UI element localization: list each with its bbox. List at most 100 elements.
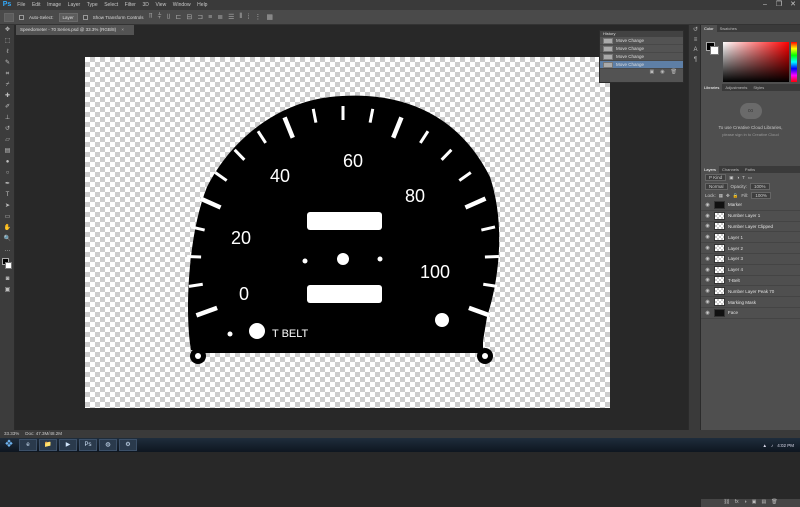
new-layer-icon[interactable]: ▤ [761,499,766,507]
layer-row[interactable]: ◉Number Layer Clipped [701,222,800,233]
layer-kind-filter[interactable]: P Kind [705,174,726,181]
quick-mask-icon[interactable]: ◙ [0,274,15,285]
background-color-swatch[interactable] [5,262,12,269]
color-picker-field[interactable] [723,42,789,82]
healing-tool-icon[interactable]: ✚ [0,91,15,102]
background-color-swatch[interactable] [710,46,719,55]
opacity-field[interactable]: 100% [750,183,770,190]
menu-edit[interactable]: Edit [29,2,44,8]
auto-align-icon[interactable]: ▦ [266,13,273,21]
layer-row[interactable]: ◉Marking Mask [701,297,800,308]
taskbar-media-icon[interactable]: ▶ [59,439,77,451]
color-swatches[interactable] [0,256,14,274]
layer-visibility-icon[interactable]: ◉ [704,256,711,262]
new-snapshot-icon[interactable]: ◉ [660,69,664,76]
brush-tool-icon[interactable]: ✐ [0,102,15,113]
align-bottom-icon[interactable]: ⫫ [167,13,171,21]
layer-visibility-icon[interactable]: ◉ [704,310,711,316]
distribute-right-icon[interactable]: ⋮ [254,13,261,21]
hue-slider[interactable] [791,42,797,82]
tab-styles[interactable]: Styles [750,84,767,91]
more-tools-icon[interactable]: … [0,245,15,256]
layer-row[interactable]: ◉Layer 1 [701,232,800,243]
distribute-middle-icon[interactable]: ≣ [217,13,223,21]
lasso-tool-icon[interactable]: ℓ [0,47,15,58]
distribute-center-icon[interactable]: ⁞ [247,14,249,21]
menu-help[interactable]: Help [194,2,211,8]
tab-paths[interactable]: Paths [742,166,758,173]
layer-style-icon[interactable]: fx [735,499,739,507]
align-top-icon[interactable]: ⫪ [149,13,153,21]
distribute-top-icon[interactable]: ≡ [208,14,212,21]
taskbar-app-icon[interactable]: ◍ [99,439,117,451]
document-canvas[interactable]: 0 20 40 60 80 100 T BELT [85,57,610,408]
close-document-icon[interactable]: × [121,27,124,32]
screen-mode-icon[interactable]: ▣ [0,285,15,296]
quick-select-tool-icon[interactable]: ✎ [0,58,15,69]
menu-file[interactable]: File [14,2,29,8]
distribute-bottom-icon[interactable]: ☰ [228,13,234,21]
taskbar-settings-icon[interactable]: ⚙ [119,439,137,451]
layer-row[interactable]: ◉Layer 3 [701,254,800,265]
lock-all-icon[interactable]: 🔒 [733,193,739,199]
layer-visibility-icon[interactable]: ◉ [704,277,711,283]
align-right-icon[interactable]: ⊐ [197,13,203,21]
menu-select[interactable]: Select [101,2,122,8]
layer-row[interactable]: ◉Layer 4 [701,265,800,276]
align-left-icon[interactable]: ⊏ [176,13,182,21]
blend-mode-dropdown[interactable]: Normal [705,183,728,190]
history-state-row[interactable]: Move Change [600,53,683,61]
tab-swatches[interactable]: Swatches [717,25,740,32]
tab-layers[interactable]: Layers [701,166,719,173]
history-state-row[interactable]: Move Change [600,37,683,45]
layer-row[interactable]: ◉Layer 2 [701,243,800,254]
start-button[interactable]: ❖ [0,438,18,452]
zoom-tool-icon[interactable]: 🔍 [0,234,15,245]
layer-visibility-icon[interactable]: ◉ [704,223,711,229]
menu-image[interactable]: Image [44,2,65,8]
layer-visibility-icon[interactable]: ◉ [704,299,711,305]
layer-visibility-icon[interactable]: ◉ [704,202,711,208]
crop-tool-icon[interactable]: ⌗ [0,69,15,80]
layer-row[interactable]: ◉Face [701,308,800,319]
network-icon[interactable]: ▲ [763,443,767,448]
pen-tool-icon[interactable]: ✒ [0,179,15,190]
menu-type[interactable]: Type [83,2,100,8]
eraser-tool-icon[interactable]: ▱ [0,135,15,146]
taskbar-folder-icon[interactable]: 📁 [39,439,57,451]
filter-shape-icon[interactable]: ▭ [748,175,752,181]
menu-layer[interactable]: Layer [64,2,83,8]
filter-type-icon[interactable]: T [742,175,745,180]
lock-pixels-icon[interactable]: ▦ [719,193,723,199]
distribute-left-icon[interactable]: ⦀ [239,13,242,21]
tab-channels[interactable]: Channels [719,166,742,173]
layer-visibility-icon[interactable]: ◉ [704,267,711,273]
path-select-tool-icon[interactable]: ➤ [0,201,15,212]
layer-visibility-icon[interactable]: ◉ [704,245,711,251]
layer-visibility-icon[interactable]: ◉ [704,288,711,294]
clock[interactable]: 4:02 PM [777,443,794,448]
volume-icon[interactable]: ♪ [771,443,773,448]
document-tab[interactable]: Speedometer - 70 Series.psd @ 33.3% (RGB… [16,25,134,35]
shape-tool-icon[interactable]: ▭ [0,212,15,223]
lock-position-icon[interactable]: ✥ [726,193,730,199]
history-brush-tool-icon[interactable]: ↺ [0,124,15,135]
close-window-button[interactable]: ✕ [786,0,800,10]
layer-row[interactable]: ◉Number Layer 1 [701,211,800,222]
new-document-from-state-icon[interactable]: ▣ [650,69,655,76]
dodge-tool-icon[interactable]: ○ [0,168,15,179]
zoom-level[interactable]: 33.33% [4,430,19,438]
delete-state-icon[interactable]: 🗑 [671,69,677,76]
clone-stamp-tool-icon[interactable]: ⊥ [0,113,15,124]
menu-filter[interactable]: Filter [121,2,139,8]
align-center-icon[interactable]: ⊟ [186,13,192,21]
auto-select-dropdown[interactable]: Layer [59,13,78,22]
delete-layer-icon[interactable]: 🗑 [771,499,777,507]
move-tool-preset-icon[interactable] [4,13,14,22]
menu-view[interactable]: View [152,2,169,8]
minimize-button[interactable]: – [758,0,772,10]
hand-tool-icon[interactable]: ✋ [0,223,15,234]
adjustment-layer-icon[interactable]: ◑ [744,499,747,507]
menu-window[interactable]: Window [169,2,193,8]
libraries-sign-in-link[interactable]: please sign in to Creative Cloud [701,132,800,137]
